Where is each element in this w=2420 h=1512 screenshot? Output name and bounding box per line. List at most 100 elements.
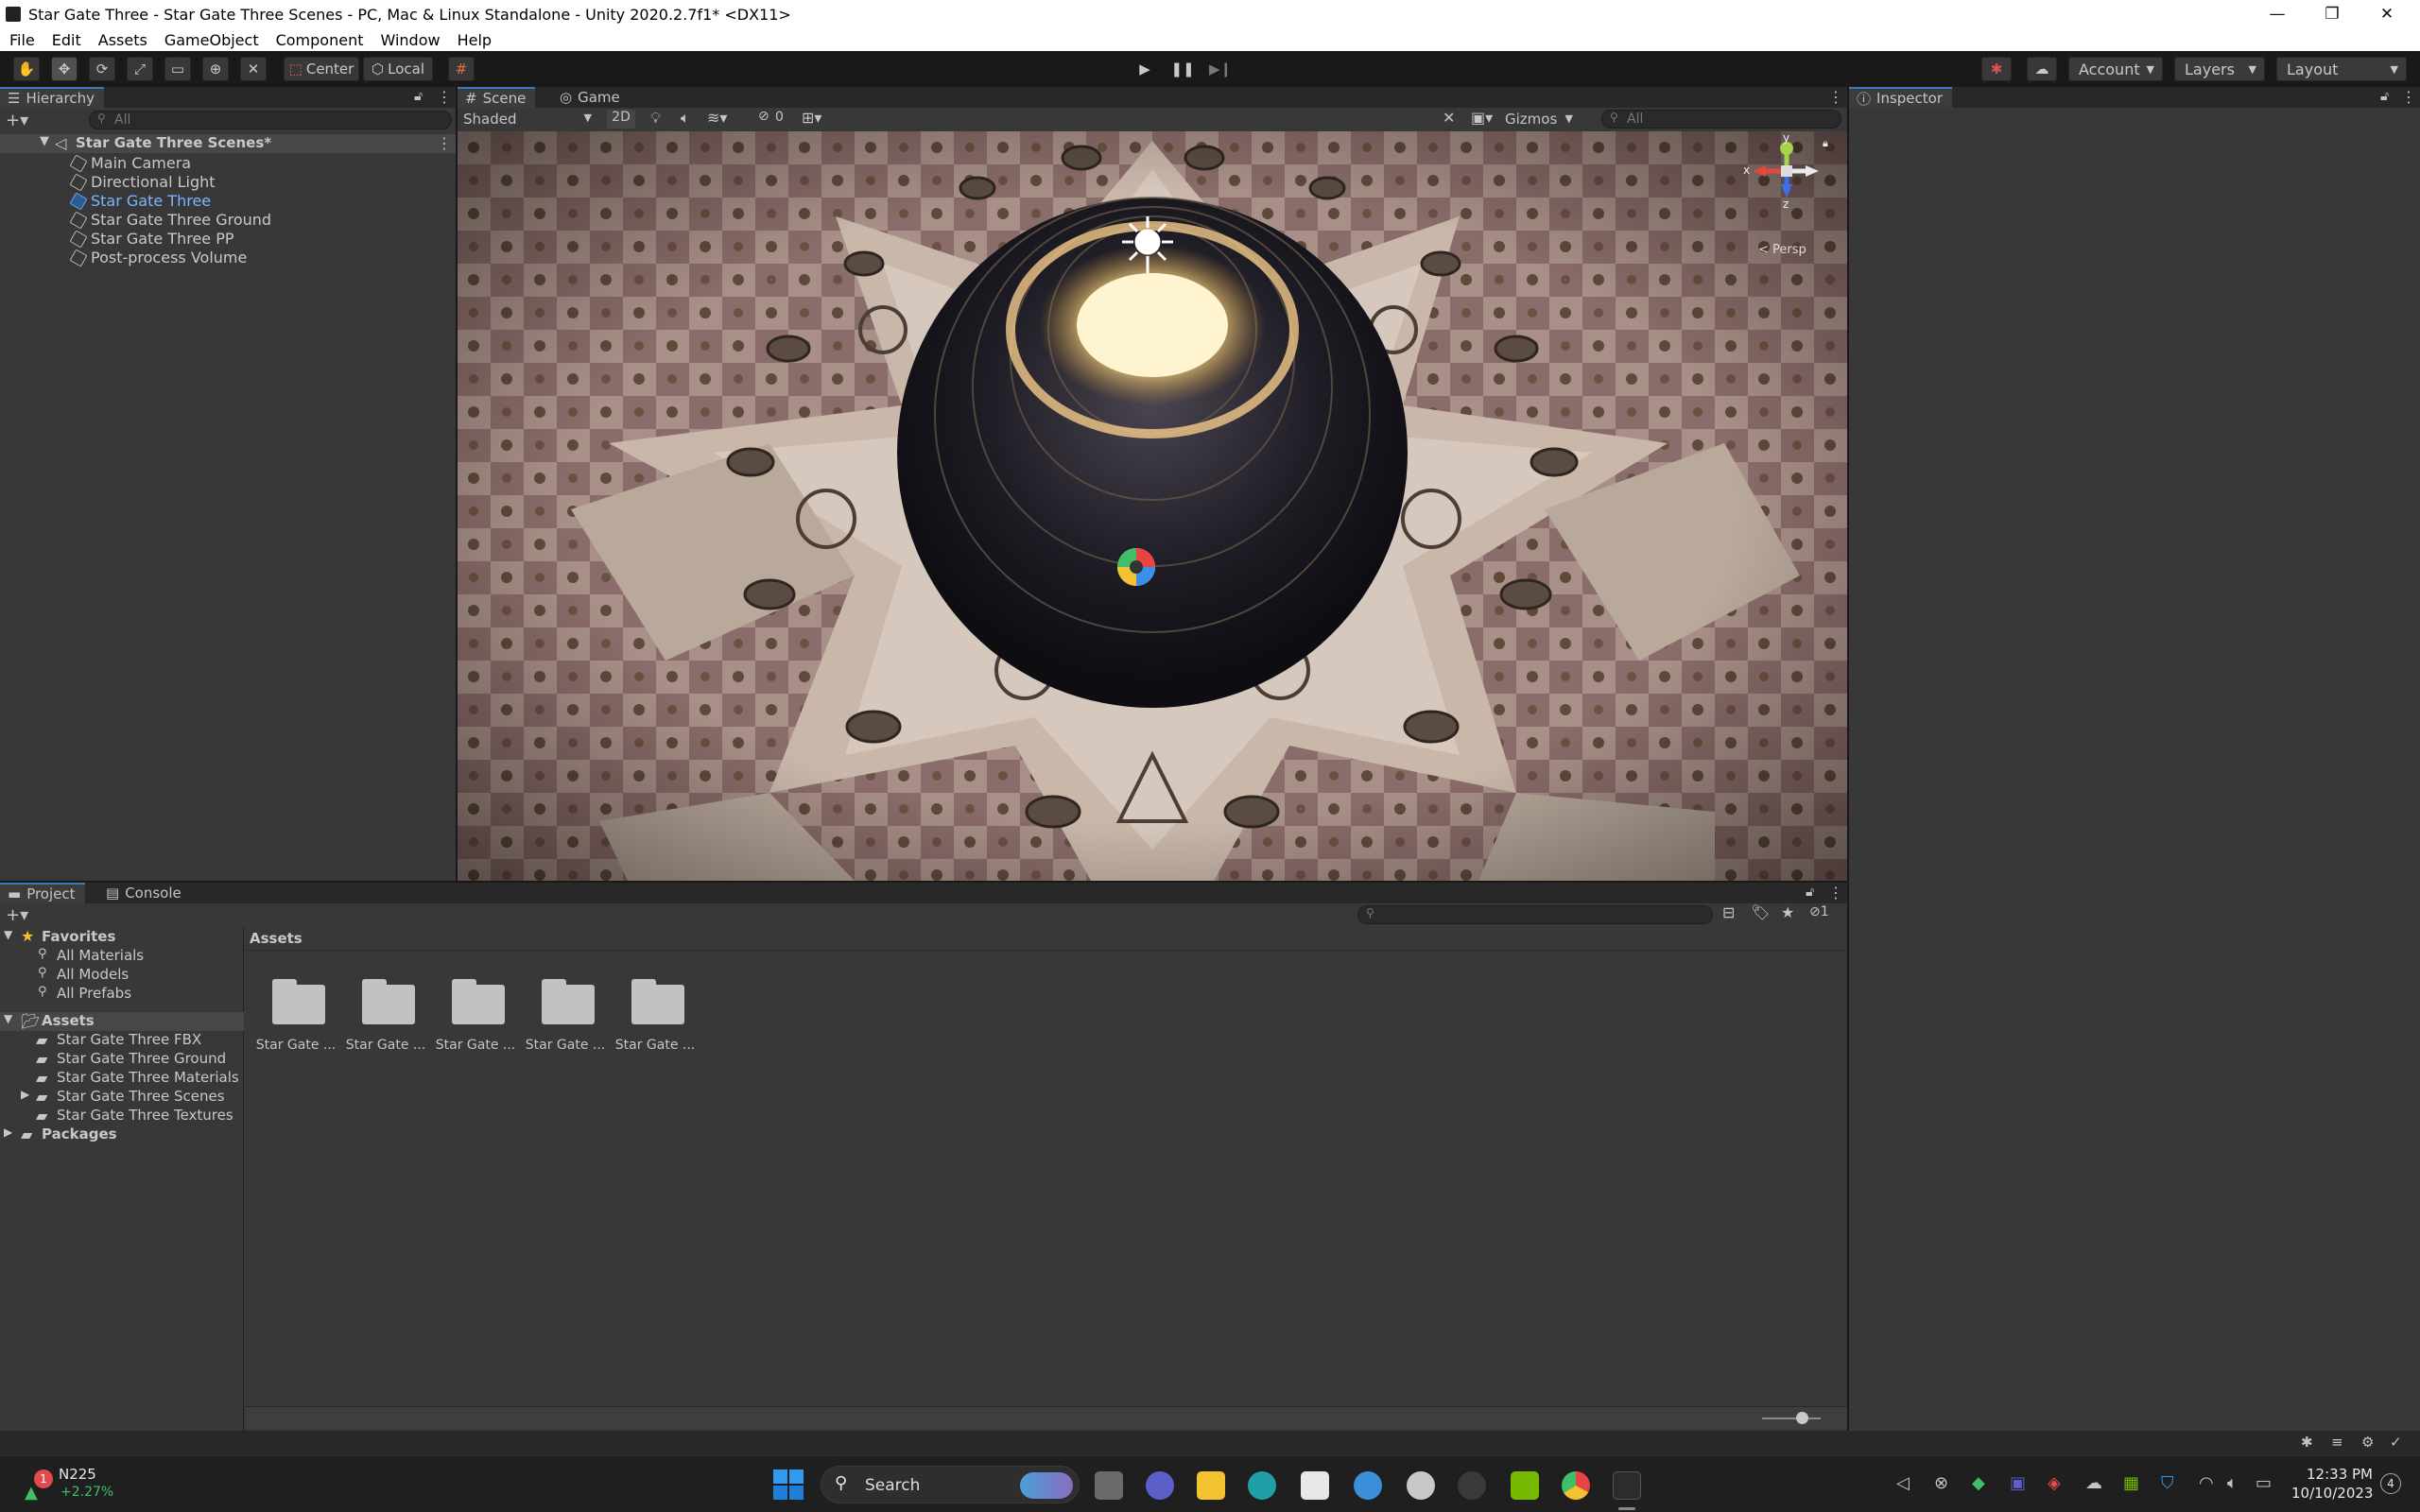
asset-folder-item[interactable]: Star Gate ... xyxy=(246,953,340,1057)
chat-icon[interactable] xyxy=(1146,1471,1174,1500)
xbox-tray-icon[interactable]: ⊗ xyxy=(1934,1473,1948,1493)
lock-icon[interactable]: 🔓︎ xyxy=(2380,89,2389,104)
favorite-all-prefabs[interactable]: ⚲ All Prefabs xyxy=(0,985,244,1004)
pause-button[interactable]: ❚❚ xyxy=(1168,57,1197,81)
hidden-packages-toggle[interactable]: ⊘1 xyxy=(1809,904,1829,919)
scene-viewport[interactable]: y x z 🔒︎ < Persp xyxy=(458,131,1847,881)
menu-assets[interactable]: Assets xyxy=(98,31,147,49)
gizmo-lock-icon[interactable]: 🔒︎ xyxy=(1823,137,1828,150)
asset-folder-item[interactable]: Star Gate ... xyxy=(336,953,430,1057)
edge-browser-icon[interactable] xyxy=(1248,1471,1276,1500)
audio-toggle-icon[interactable]: 🔈︎ xyxy=(681,109,690,128)
scene-search-input[interactable]: ⚲ All xyxy=(1601,110,1841,129)
tray-green-icon[interactable]: ◆ xyxy=(1972,1473,1985,1493)
stock-widget[interactable]: 1 ▲ xyxy=(25,1466,62,1503)
microsoft-store-icon[interactable] xyxy=(1301,1471,1329,1500)
expand-arrow-icon[interactable]: ▶ xyxy=(4,1125,12,1139)
lock-icon[interactable]: 🔓︎ xyxy=(414,89,423,104)
hand-tool-icon[interactable]: ✋ xyxy=(13,57,40,81)
windows-start-icon[interactable] xyxy=(773,1469,804,1500)
packages-folder[interactable]: ▶ ▰ Packages xyxy=(0,1125,244,1144)
defender-tray-icon[interactable]: ⛉ xyxy=(2161,1473,2174,1493)
chrome-icon[interactable] xyxy=(1562,1471,1590,1500)
alien-dark-icon[interactable] xyxy=(1458,1471,1486,1500)
menu-file[interactable]: File xyxy=(9,31,35,49)
create-plus-icon[interactable]: +▾ xyxy=(6,111,28,130)
nvidia-icon[interactable] xyxy=(1511,1471,1539,1500)
filter-by-label-icon[interactable]: 🏷︎ xyxy=(1751,903,1770,921)
transform-tool-icon[interactable]: ⊕ xyxy=(202,57,229,81)
lighting-toggle-icon[interactable]: 💡︎ xyxy=(650,109,661,128)
folder-star-gate-three-scenes[interactable]: ▶ ▰ Star Gate Three Scenes xyxy=(0,1088,244,1107)
mcafee-tray-icon[interactable]: ◈ xyxy=(2048,1473,2061,1493)
globe-app-icon[interactable] xyxy=(1354,1471,1382,1500)
clock-date[interactable]: 10/10/2023 xyxy=(2291,1485,2373,1502)
cloud-tray-icon[interactable]: ☁ xyxy=(2085,1473,2102,1493)
tab-scene[interactable]: # Scene xyxy=(458,87,536,108)
battery-icon[interactable]: ▭ xyxy=(2256,1473,2272,1493)
hierarchy-item-star-gate-three-ground[interactable]: Star Gate Three Ground xyxy=(0,211,456,230)
bug-icon[interactable]: ✱ xyxy=(2301,1434,2313,1451)
camera-icon[interactable]: ▣▾ xyxy=(1471,109,1493,127)
minimize-button[interactable]: — xyxy=(2250,0,2305,28)
asset-folder-item[interactable]: Star Gate ... xyxy=(605,953,700,1057)
more-menu-icon[interactable]: ⋮ xyxy=(1828,884,1843,902)
unity-tray-icon[interactable]: ◁ xyxy=(1896,1473,1910,1493)
menu-edit[interactable]: Edit xyxy=(52,31,81,49)
hidden-objects-icon[interactable]: ⊘ xyxy=(758,109,769,124)
hierarchy-item-star-gate-three[interactable]: Star Gate Three xyxy=(0,192,456,211)
favorite-all-materials[interactable]: ⚲ All Materials xyxy=(0,947,244,966)
pivot-center-toggle[interactable]: ⬚ Center xyxy=(284,57,359,81)
gizmos-dropdown[interactable]: Gizmos ▼ xyxy=(1505,109,1577,129)
volume-icon[interactable]: 🔈︎ xyxy=(2227,1473,2238,1493)
cloud-icon[interactable]: ☁ xyxy=(2027,57,2057,81)
scene-more-icon[interactable]: ⋮ xyxy=(437,134,452,152)
pivot-local-toggle[interactable]: ⬡ Local xyxy=(363,57,433,81)
favorite-star-icon[interactable]: ★ xyxy=(1781,903,1794,921)
rotate-tool-icon[interactable]: ⟳ xyxy=(89,57,115,81)
effects-toggle-icon[interactable]: ≋▾ xyxy=(707,109,727,127)
assets-root-folder[interactable]: ▼ 📂︎ Assets xyxy=(0,1012,244,1031)
favorites-header[interactable]: ▼ ★ Favorites xyxy=(0,927,244,947)
project-search-input[interactable]: ⚲ xyxy=(1357,905,1713,924)
restore-button[interactable]: ❐ xyxy=(2305,0,2360,28)
progress-icon[interactable]: ≡ xyxy=(2331,1434,2343,1451)
expand-arrow-icon[interactable]: ▶ xyxy=(21,1088,29,1101)
breadcrumb-assets[interactable]: Assets xyxy=(250,930,302,947)
task-view-icon[interactable] xyxy=(1095,1471,1123,1500)
snap-grid-icon[interactable]: # xyxy=(448,57,475,81)
teams-tray-icon[interactable]: ▣ xyxy=(2010,1473,2026,1493)
account-dropdown[interactable]: Account ▼ xyxy=(2068,57,2163,81)
rect-tool-icon[interactable]: ▭ xyxy=(164,57,191,81)
layers-dropdown[interactable]: Layers ▼ xyxy=(2174,57,2265,81)
move-tool-icon[interactable]: ✥ xyxy=(51,57,78,81)
tab-game[interactable]: ◎ Game xyxy=(552,87,630,108)
menu-component[interactable]: Component xyxy=(276,31,364,49)
unity-taskbar-icon[interactable] xyxy=(1613,1471,1641,1500)
hierarchy-search-input[interactable]: ⚲ All xyxy=(89,111,452,129)
more-menu-icon[interactable]: ⋮ xyxy=(1828,88,1843,106)
2d-toggle[interactable]: 2D xyxy=(607,110,635,129)
filter-by-type-icon[interactable]: ⊟ xyxy=(1722,903,1735,921)
folder-star-gate-three-materials[interactable]: ▰ Star Gate Three Materials xyxy=(0,1069,244,1088)
expand-arrow-icon[interactable]: ▼ xyxy=(4,928,12,941)
more-menu-icon[interactable]: ⋮ xyxy=(2401,88,2416,106)
icon-size-slider[interactable] xyxy=(1762,1418,1821,1419)
notification-badge[interactable]: 4 xyxy=(2380,1473,2401,1494)
debug-icon[interactable]: ⚙ xyxy=(2361,1434,2374,1451)
projection-label[interactable]: < Persp xyxy=(1758,243,1806,257)
close-button[interactable]: ✕ xyxy=(2360,0,2414,28)
more-menu-icon[interactable]: ⋮ xyxy=(437,88,452,106)
collab-icon[interactable]: ✱ xyxy=(1981,57,2012,81)
nvidia-tray-icon[interactable]: ▦ xyxy=(2123,1473,2139,1493)
custom-tool-icon[interactable]: ✕ xyxy=(240,57,267,81)
scale-tool-icon[interactable]: ⤢ xyxy=(127,57,153,81)
check-icon[interactable]: ✓ xyxy=(2390,1434,2402,1451)
asset-folder-item[interactable]: Star Gate ... xyxy=(425,953,520,1057)
lock-icon[interactable]: 🔓︎ xyxy=(1806,885,1814,900)
hierarchy-item-star-gate-three-pp[interactable]: Star Gate Three PP xyxy=(0,230,456,249)
orientation-gizmo[interactable]: y x z 🔒︎ xyxy=(1743,131,1838,213)
step-button[interactable]: ▶❙ xyxy=(1206,57,1235,81)
favorite-all-models[interactable]: ⚲ All Models xyxy=(0,966,244,985)
hierarchy-item-post-process-volume[interactable]: Post-process Volume xyxy=(0,249,456,267)
